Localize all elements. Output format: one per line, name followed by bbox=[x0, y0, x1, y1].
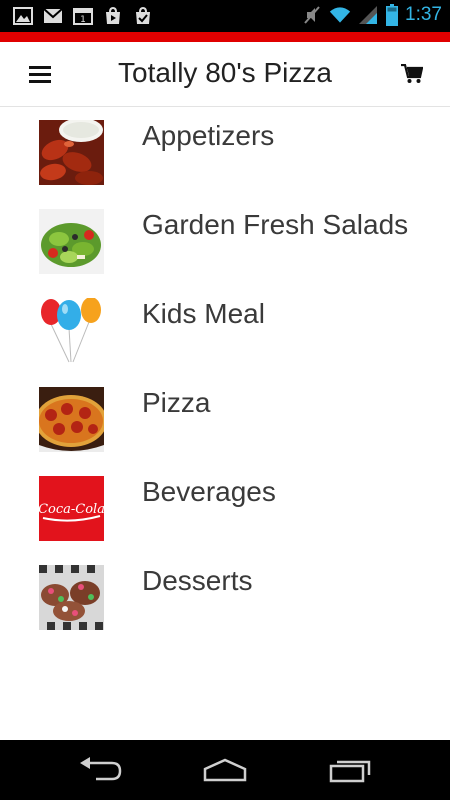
coca-cola-image: Coca-Cola bbox=[39, 476, 104, 541]
navigation-bar bbox=[0, 740, 450, 800]
status-clock: 1:37 bbox=[405, 4, 442, 25]
recent-apps-icon bbox=[329, 760, 371, 783]
page-title: Totally 80's Pizza bbox=[118, 57, 332, 88]
balloons-image bbox=[39, 298, 104, 363]
dessert-image bbox=[39, 565, 104, 630]
category-item-desserts[interactable]: Desserts bbox=[0, 552, 450, 641]
play-store-icon bbox=[102, 6, 124, 26]
svg-text:1: 1 bbox=[80, 15, 86, 25]
chicken-wings-image bbox=[39, 120, 104, 185]
category-label: Garden Fresh Salads bbox=[142, 209, 409, 240]
home-icon bbox=[203, 758, 247, 782]
calendar-icon: 1 bbox=[72, 6, 94, 26]
signal-icon bbox=[357, 5, 379, 25]
recent-apps-button[interactable] bbox=[306, 750, 396, 790]
system-icons: 1:37 bbox=[301, 4, 442, 26]
accent-bar bbox=[0, 32, 450, 42]
back-icon bbox=[80, 757, 122, 781]
category-label: Appetizers bbox=[142, 120, 275, 151]
gallery-icon bbox=[12, 6, 34, 26]
category-list: Appetizers Garden Fresh Salads Kids Meal… bbox=[0, 107, 450, 641]
battery-icon bbox=[385, 4, 399, 26]
gmail-icon bbox=[42, 6, 64, 26]
category-item-kids-meal[interactable]: Kids Meal bbox=[0, 285, 450, 374]
category-label: Beverages bbox=[142, 476, 276, 507]
download-done-icon bbox=[132, 6, 154, 26]
category-item-salads[interactable]: Garden Fresh Salads bbox=[0, 196, 450, 285]
pizza-image bbox=[39, 387, 104, 452]
category-label: Kids Meal bbox=[142, 298, 265, 329]
shopping-cart-icon bbox=[401, 64, 423, 83]
back-button[interactable] bbox=[55, 750, 145, 790]
category-item-pizza[interactable]: Pizza bbox=[0, 374, 450, 463]
action-bar: Totally 80's Pizza bbox=[0, 42, 450, 107]
category-item-beverages[interactable]: Coca-Cola Beverages bbox=[0, 463, 450, 552]
svg-text:Coca-Cola: Coca-Cola bbox=[39, 502, 104, 517]
category-item-appetizers[interactable]: Appetizers bbox=[0, 107, 450, 196]
notification-icons: 1 bbox=[12, 6, 154, 26]
wifi-icon bbox=[329, 5, 351, 25]
salad-image bbox=[39, 209, 104, 274]
category-label: Pizza bbox=[142, 387, 211, 418]
category-label: Desserts bbox=[142, 565, 253, 596]
mute-icon bbox=[301, 5, 323, 25]
status-bar: 1 1:37 bbox=[0, 0, 450, 32]
cart-button[interactable] bbox=[394, 58, 430, 90]
home-button[interactable] bbox=[180, 750, 270, 790]
